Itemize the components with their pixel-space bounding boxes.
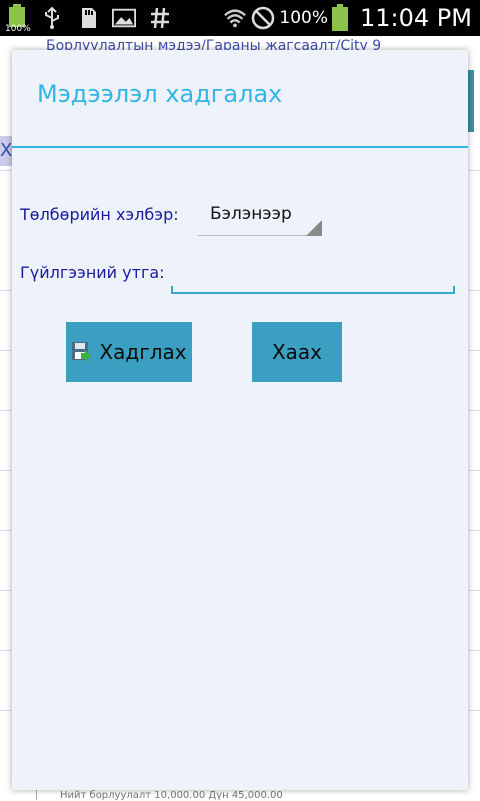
payment-type-spinner[interactable]: Бэлэнээр (198, 196, 322, 238)
sd-card-icon (76, 6, 100, 30)
battery-percent: 100% (279, 8, 329, 28)
spinner-underline (198, 235, 322, 236)
payment-type-label: Төлбөрийн хэлбэр: (20, 205, 179, 224)
hash-icon (148, 6, 172, 30)
input-underline (171, 292, 455, 294)
save-icon (71, 340, 93, 364)
wifi-icon (223, 6, 247, 30)
dropdown-arrow-icon (306, 220, 322, 236)
transaction-note-input[interactable] (170, 258, 458, 296)
save-button-label: Хадглах (99, 340, 187, 364)
battery-icon (332, 4, 349, 32)
block-icon (251, 6, 275, 30)
save-info-dialog: Мэдээлэл хадгалах Төлбөрийн хэлбэр: Бэлэ… (12, 50, 468, 790)
battery-small-label: 100% (5, 24, 31, 34)
status-bar: 100% 100% 11:04 PM (0, 0, 480, 36)
close-button-label: Хаах (271, 340, 323, 364)
background-footer: Нийт борлуулалт 10,000.00 Дүн 45,000.00 (60, 790, 283, 801)
background-button-edge (468, 70, 474, 132)
image-icon (112, 6, 136, 30)
clock: 11:04 PM (360, 4, 472, 32)
transaction-note-label: Гүйлгээний утга: (20, 263, 165, 282)
payment-type-value: Бэлэнээр (210, 204, 292, 224)
dialog-title-divider (12, 146, 468, 148)
dialog-title: Мэдээлэл хадгалах (37, 80, 283, 108)
input-underline-tick (453, 286, 455, 294)
input-underline-tick (171, 286, 173, 294)
close-button[interactable]: Хаах (252, 322, 342, 382)
background-row-marker: Х (0, 140, 13, 161)
battery-small-icon: 100% (5, 4, 31, 34)
save-button[interactable]: Хадглах (66, 322, 192, 382)
usb-icon (40, 6, 64, 30)
